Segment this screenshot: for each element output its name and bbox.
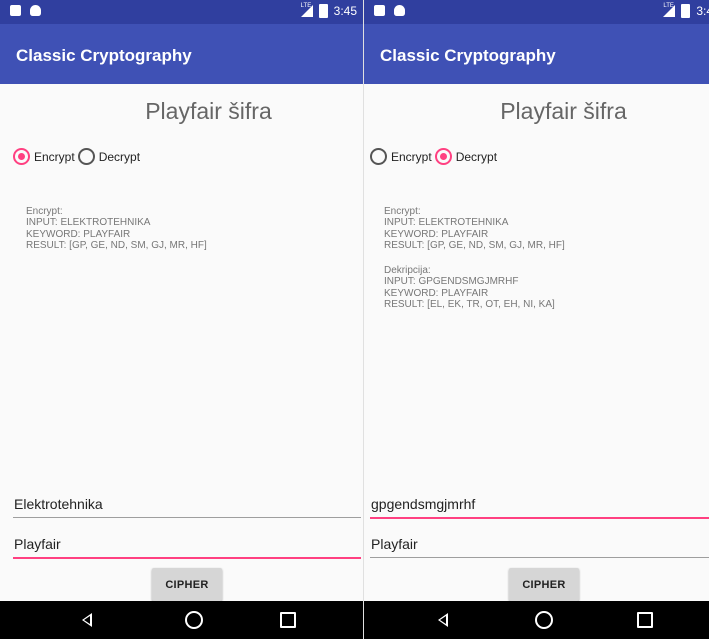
encrypt-radio-label[interactable]: Encrypt bbox=[34, 150, 75, 164]
status-time: 3:4 bbox=[696, 4, 709, 18]
android-icon bbox=[30, 5, 41, 16]
home-icon[interactable] bbox=[185, 611, 203, 629]
radio-dot-icon bbox=[439, 153, 447, 160]
mode-radio-group: Encrypt Decrypt bbox=[370, 148, 500, 165]
app-bar: Classic Cryptography bbox=[0, 24, 363, 84]
mode-radio-group: Encrypt Decrypt bbox=[13, 148, 143, 165]
app-title: Classic Cryptography bbox=[380, 46, 556, 65]
sd-card-icon bbox=[374, 5, 385, 16]
lte-signal-icon: LTE bbox=[663, 3, 676, 17]
encrypt-title: Encrypt: bbox=[384, 206, 421, 217]
ciphertext-value: gpgendsmgjmrhf bbox=[371, 496, 476, 512]
encrypt-result-line: RESULT: [GP, GE, ND, SM, GJ, MR, HF] bbox=[26, 239, 207, 251]
navigation-bar bbox=[364, 601, 709, 639]
page-heading: Playfair šifra bbox=[145, 98, 272, 124]
encrypt-result-block: Encrypt: INPUT: ELEKTROTEHNIKA KEYWORD: … bbox=[384, 206, 565, 251]
decrypt-radio-label[interactable]: Decrypt bbox=[99, 150, 140, 164]
decrypt-result-block: Dekripcija: INPUT: GPGENDSMGJMRHF KEYWOR… bbox=[384, 265, 565, 310]
battery-icon bbox=[681, 4, 691, 18]
status-time: 3:45 bbox=[333, 4, 357, 18]
network-label: LTE bbox=[663, 3, 674, 9]
home-icon[interactable] bbox=[535, 611, 553, 629]
left-phone-screen: LTE 3:45 Classic Cryptography Playfair š… bbox=[0, 0, 363, 639]
android-icon bbox=[394, 5, 405, 16]
decrypt-input-line: INPUT: GPGENDSMGJMRHF bbox=[384, 276, 519, 288]
app-title: Classic Cryptography bbox=[16, 46, 192, 65]
recents-icon[interactable] bbox=[637, 612, 653, 628]
status-bar: LTE 3:4 bbox=[364, 0, 709, 24]
keyword-input[interactable]: Playfair bbox=[370, 531, 709, 558]
keyword-input[interactable]: Playfair bbox=[13, 531, 361, 559]
encrypt-input-line: INPUT: ELEKTROTEHNIKA bbox=[384, 217, 509, 229]
decrypt-radio[interactable] bbox=[77, 148, 95, 165]
decrypt-radio-label[interactable]: Decrypt bbox=[456, 150, 497, 164]
sd-card-icon bbox=[10, 5, 21, 16]
app-bar: Classic Cryptography bbox=[364, 24, 709, 84]
encrypt-radio-label[interactable]: Encrypt bbox=[391, 150, 432, 164]
encrypt-radio[interactable] bbox=[13, 148, 30, 165]
radio-dot-icon bbox=[18, 153, 25, 160]
page-heading: Playfair šifra bbox=[500, 98, 627, 124]
status-bar: LTE 3:45 bbox=[0, 0, 363, 24]
encrypt-result-block: Encrypt: INPUT: ELEKTROTEHNIKA KEYWORD: … bbox=[26, 206, 207, 251]
battery-icon bbox=[318, 4, 328, 18]
back-icon[interactable] bbox=[438, 613, 448, 627]
result-output: Encrypt: INPUT: ELEKTROTEHNIKA KEYWORD: … bbox=[26, 206, 207, 265]
keyword-value: Playfair bbox=[371, 536, 418, 552]
decrypt-keyword-line: KEYWORD: PLAYFAIR bbox=[384, 287, 489, 299]
encrypt-input-line: INPUT: ELEKTROTEHNIKA bbox=[26, 217, 151, 229]
back-icon[interactable] bbox=[82, 613, 92, 627]
network-label: LTE bbox=[300, 3, 312, 9]
result-output: Encrypt: INPUT: ELEKTROTEHNIKA KEYWORD: … bbox=[384, 206, 565, 324]
ciphertext-input[interactable]: gpgendsmgjmrhf bbox=[370, 491, 709, 519]
decrypt-radio[interactable] bbox=[434, 148, 452, 165]
encrypt-keyword-line: KEYWORD: PLAYFAIR bbox=[384, 228, 489, 240]
decrypt-result-line: RESULT: [EL, EK, TR, OT, EH, NI, KA] bbox=[384, 299, 555, 311]
cipher-button[interactable]: CIPHER bbox=[509, 568, 579, 601]
plaintext-input[interactable]: Elektrotehnika bbox=[13, 491, 361, 518]
lte-signal-icon: LTE bbox=[300, 3, 313, 17]
cipher-button[interactable]: CIPHER bbox=[152, 568, 222, 601]
keyword-value: Playfair bbox=[14, 536, 61, 552]
encrypt-radio[interactable] bbox=[370, 148, 387, 165]
right-phone-screen: LTE 3:4 Classic Cryptography Playfair ši… bbox=[363, 0, 709, 639]
plaintext-value: Elektrotehnika bbox=[14, 496, 103, 512]
decrypt-title: Dekripcija: bbox=[384, 265, 431, 277]
encrypt-result-line: RESULT: [GP, GE, ND, SM, GJ, MR, HF] bbox=[384, 239, 565, 251]
navigation-bar bbox=[0, 601, 363, 639]
recents-icon[interactable] bbox=[280, 612, 296, 628]
encrypt-keyword-line: KEYWORD: PLAYFAIR bbox=[26, 228, 131, 240]
encrypt-title: Encrypt: bbox=[26, 206, 63, 217]
